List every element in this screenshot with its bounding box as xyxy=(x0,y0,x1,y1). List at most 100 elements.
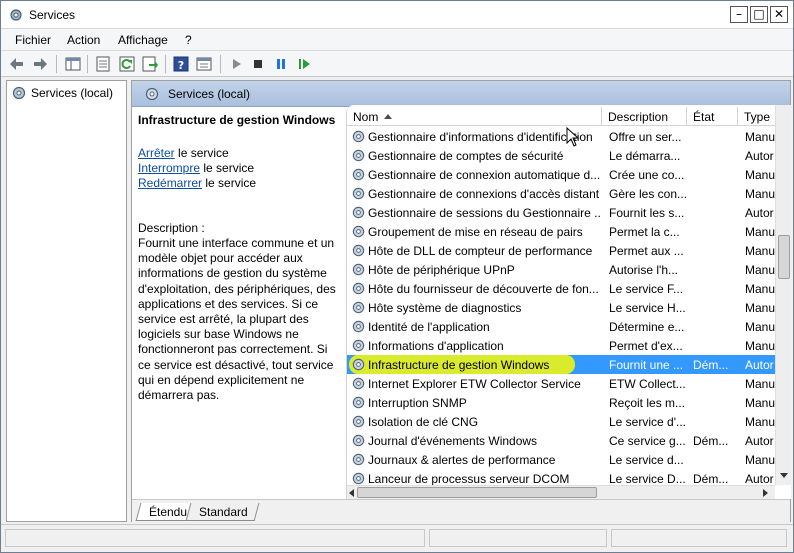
tab-standard[interactable]: Standard xyxy=(185,503,260,521)
table-row[interactable]: Infrastructure de gestion Windows Fournit… xyxy=(347,355,775,374)
services-pane: Services (local) Infrastructure de gesti… xyxy=(131,80,791,522)
service-gear-icon xyxy=(352,225,365,238)
menu-action[interactable]: Action xyxy=(67,33,100,47)
view-tabs: Étendu Standard xyxy=(132,499,790,522)
toolbar-separator xyxy=(165,55,166,73)
back-arrow-icon[interactable] xyxy=(9,56,25,72)
menu-fichier[interactable]: Fichier xyxy=(15,33,51,47)
action-suffix: le service xyxy=(200,161,255,175)
service-startup-type-cell: Manu xyxy=(745,187,775,201)
table-row[interactable]: Hôte du fournisseur de découverte de fon… xyxy=(347,279,775,298)
properties-icon[interactable] xyxy=(95,56,111,72)
scroll-right-icon[interactable] xyxy=(763,489,768,497)
table-row[interactable]: Hôte de périphérique UPnP Autorise l'h...… xyxy=(347,260,775,279)
column-header-nom[interactable]: Nom xyxy=(347,107,602,126)
selected-service-name: Infrastructure de gestion Windows xyxy=(138,113,336,127)
play-icon[interactable] xyxy=(228,56,244,72)
service-name-cell: Lanceur de processus serveur DCOM xyxy=(368,472,570,485)
table-row[interactable]: Groupement de mise en réseau de pairs Per… xyxy=(347,222,775,241)
table-row[interactable]: Gestionnaire de connexion automatique d.… xyxy=(347,165,775,184)
table-row[interactable]: Informations d'application Permet d'ex...… xyxy=(347,336,775,355)
table-row[interactable]: Interruption SNMP Reçoit les m... Manu xyxy=(347,393,775,412)
service-description-cell: Le service F... xyxy=(609,282,684,296)
services-gear-icon xyxy=(145,87,159,101)
service-description-cell: Ce service g... xyxy=(609,434,686,448)
table-row[interactable]: Isolation de clé CNG Le service d'... Manu xyxy=(347,412,775,431)
tab-label: Standard xyxy=(199,505,248,519)
horizontal-scrollbar[interactable] xyxy=(347,485,775,499)
stop-service-link[interactable]: Arrêter xyxy=(138,146,175,160)
column-label: État xyxy=(693,110,715,124)
service-name-cell: Infrastructure de gestion Windows xyxy=(368,358,550,372)
console-tree: Services (local) xyxy=(6,80,127,522)
menu-help[interactable]: ? xyxy=(185,33,192,47)
service-description-cell: Permet la c... xyxy=(609,225,680,239)
column-header-type[interactable]: Type xyxy=(738,107,778,126)
service-name-cell: Identité de l'application xyxy=(368,320,490,334)
column-label: Description xyxy=(608,110,669,124)
action-suffix: le service xyxy=(174,146,229,160)
help-icon[interactable]: ? xyxy=(173,56,189,72)
tree-item-services-local[interactable]: Services (local) xyxy=(11,84,113,102)
column-label: Type xyxy=(744,110,771,124)
pause-icon[interactable] xyxy=(273,56,289,72)
service-gear-icon xyxy=(352,168,365,181)
table-row[interactable]: Identité de l'application Détermine e... M… xyxy=(347,317,775,336)
service-name-cell: Hôte système de diagnostics xyxy=(368,301,522,315)
service-gear-icon xyxy=(352,472,365,485)
table-row[interactable]: Journal d'événements Windows Ce service g… xyxy=(347,431,775,450)
table-row[interactable]: Hôte système de diagnostics Le service H.… xyxy=(347,298,775,317)
table-row[interactable]: Gestionnaire de connexions d'accès dista… xyxy=(347,184,775,203)
show-hide-tree-icon[interactable] xyxy=(65,56,81,72)
service-startup-type-cell: Manu xyxy=(745,225,775,239)
export-list-icon[interactable] xyxy=(142,56,158,72)
resume-icon[interactable] xyxy=(296,56,312,72)
title-bar[interactable]: Services – □ ✕ xyxy=(1,1,793,29)
service-startup-type-cell: Manu xyxy=(745,282,775,296)
service-gear-icon xyxy=(352,377,365,390)
restart-service-link[interactable]: Redémarrer xyxy=(138,176,202,190)
status-cell xyxy=(429,529,607,547)
toolbar-separator xyxy=(56,55,57,73)
vertical-scrollbar[interactable] xyxy=(775,105,791,485)
table-row[interactable]: Lanceur de processus serveur DCOM Le serv… xyxy=(347,469,775,485)
mouse-cursor-icon xyxy=(566,127,580,147)
forward-arrow-icon[interactable] xyxy=(32,56,48,72)
scroll-down-icon[interactable] xyxy=(780,473,788,478)
scrollbar-thumb[interactable] xyxy=(357,487,597,498)
service-name-cell: Hôte de DLL de compteur de performance xyxy=(368,244,593,258)
service-startup-type-cell: Manu xyxy=(745,377,775,391)
service-gear-icon xyxy=(352,149,365,162)
view-console-icon[interactable] xyxy=(196,56,212,72)
pause-service-link[interactable]: Interrompre xyxy=(138,161,200,175)
table-row[interactable]: Gestionnaire d'informations d'identifica… xyxy=(347,127,775,146)
service-description-cell: Le démarra... xyxy=(609,149,681,163)
service-startup-type-cell: Autor xyxy=(745,149,774,163)
column-header-description[interactable]: Description xyxy=(602,107,687,126)
minimize-button[interactable]: – xyxy=(730,6,748,23)
table-row[interactable]: Journaux & alertes de performance Le serv… xyxy=(347,450,775,469)
table-row[interactable]: Gestionnaire de sessions du Gestionnaire… xyxy=(347,203,775,222)
service-gear-icon xyxy=(352,206,365,219)
close-button[interactable]: ✕ xyxy=(770,6,788,23)
action-stop: Arrêter le service xyxy=(138,146,229,160)
maximize-button[interactable]: □ xyxy=(750,6,768,23)
service-startup-type-cell: Autor xyxy=(745,206,774,220)
table-row[interactable]: Gestionnaire de comptes de sécurité Le dé… xyxy=(347,146,775,165)
service-name-cell: Groupement de mise en réseau de pairs xyxy=(368,225,583,239)
sort-ascending-icon xyxy=(384,114,393,119)
table-row[interactable]: Hôte de DLL de compteur de performance Pe… xyxy=(347,241,775,260)
column-header-etat[interactable]: État xyxy=(687,107,738,126)
service-gear-icon xyxy=(352,263,365,276)
service-name-cell: Gestionnaire de sessions du Gestionnaire… xyxy=(368,206,600,220)
menu-affichage[interactable]: Affichage xyxy=(118,33,168,47)
refresh-icon[interactable] xyxy=(119,56,135,72)
table-row[interactable]: Internet Explorer ETW Collector Service E… xyxy=(347,374,775,393)
service-startup-type-cell: Autor xyxy=(745,358,774,372)
stop-icon[interactable] xyxy=(250,56,266,72)
service-gear-icon xyxy=(352,282,365,295)
services-rows: Gestionnaire d'informations d'identifica… xyxy=(347,127,775,485)
service-startup-type-cell: Manu xyxy=(745,320,775,334)
scroll-left-icon[interactable] xyxy=(349,489,354,497)
scrollbar-thumb[interactable] xyxy=(778,235,790,279)
